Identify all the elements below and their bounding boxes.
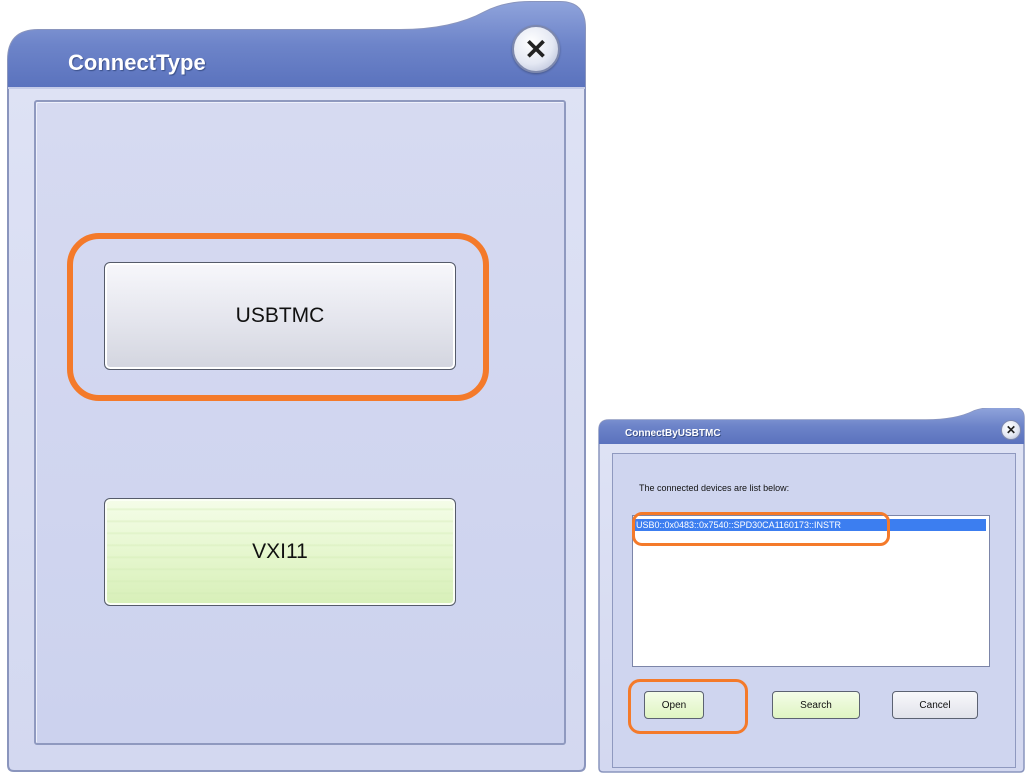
device-highlight — [632, 512, 890, 546]
dialog-title: ConnectType — [68, 50, 206, 75]
connect-by-usbtmc-dialog: ConnectByUSBTMC ✕ The connected devices … — [596, 408, 1026, 773]
devices-label: The connected devices are list below: — [639, 483, 790, 493]
usbtmc-highlight — [67, 233, 489, 401]
cancel-button[interactable]: Cancel — [892, 691, 978, 719]
close-icon[interactable]: ✕ — [1001, 420, 1021, 440]
open-highlight — [628, 679, 748, 734]
connect-type-dialog: ConnectType ✕ USBTMC VXI11 — [0, 0, 590, 773]
search-button[interactable]: Search — [772, 691, 860, 719]
dialog-title: ConnectByUSBTMC — [625, 428, 721, 439]
content-panel — [34, 100, 566, 745]
vxi11-button[interactable]: VXI11 — [104, 498, 456, 606]
close-icon[interactable]: ✕ — [512, 25, 560, 73]
